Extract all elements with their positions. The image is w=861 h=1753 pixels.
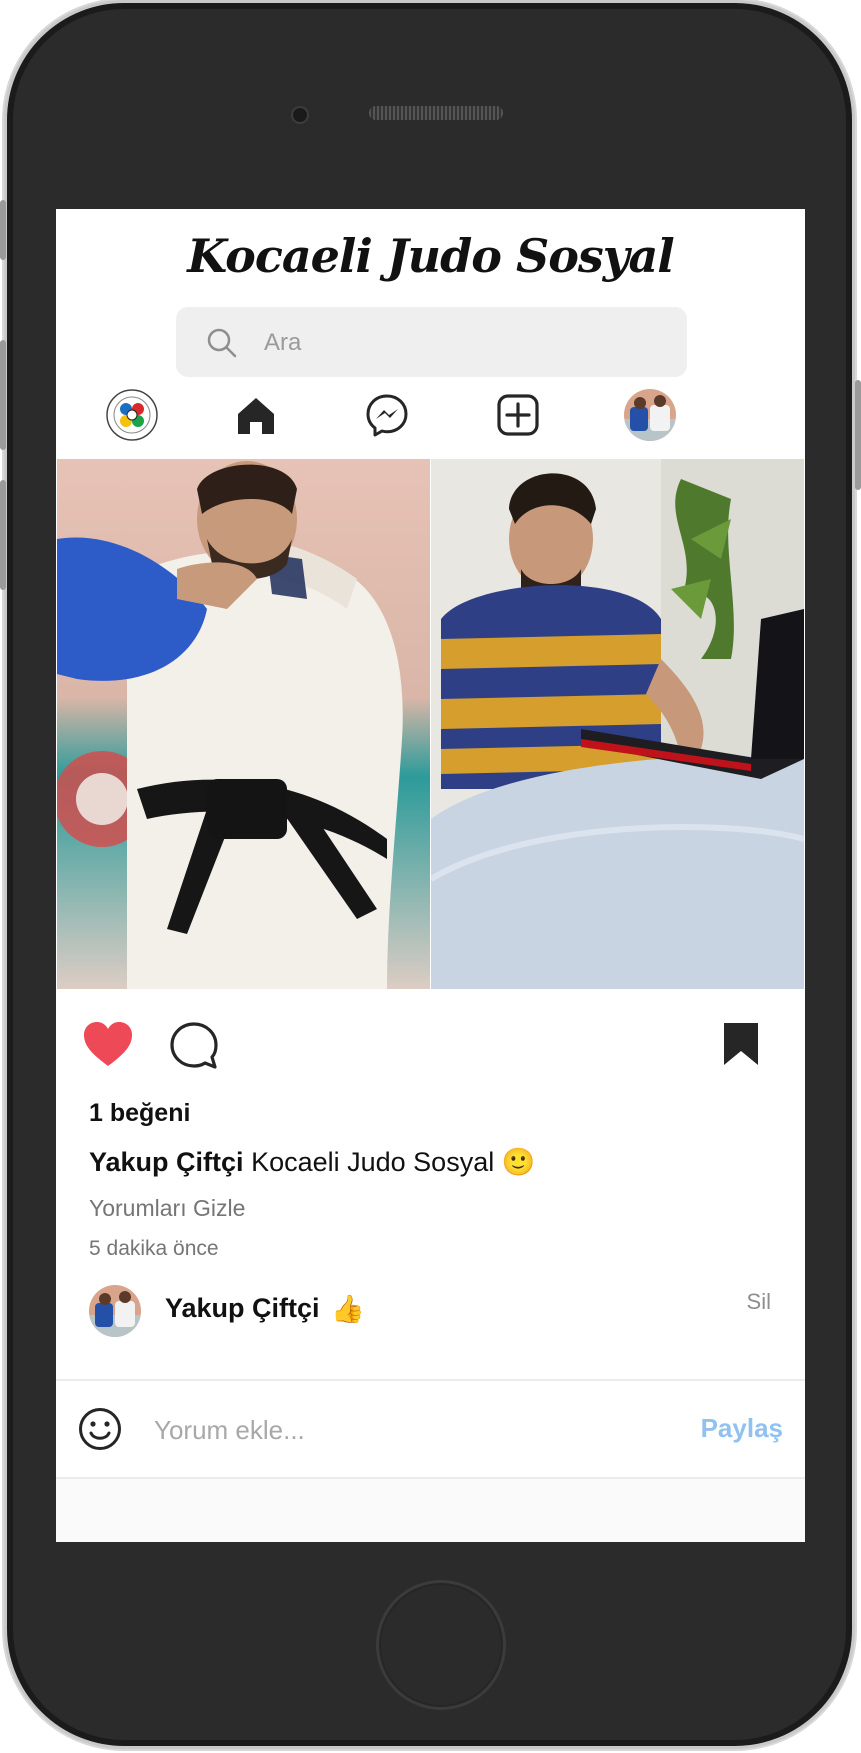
- volume-up-button: [0, 340, 6, 450]
- add-comment-bar: Paylaş: [56, 1381, 805, 1477]
- search-bar[interactable]: [176, 307, 687, 377]
- post-media[interactable]: [57, 459, 804, 989]
- bookmark-icon[interactable]: [722, 1021, 760, 1067]
- post-caption: Yakup Çiftçi Kocaeli Judo Sosyal 🙂: [89, 1146, 535, 1178]
- comment-username[interactable]: Yakup Çiftçi: [165, 1293, 320, 1324]
- comment-item: Yakup Çiftçi 👍 Sil: [89, 1285, 771, 1345]
- post-timestamp: 5 dakika önce: [89, 1237, 219, 1260]
- share-comment-button[interactable]: Paylaş: [701, 1413, 783, 1444]
- home-button[interactable]: [376, 1580, 506, 1710]
- judo-federation-logo[interactable]: [106, 389, 158, 441]
- nav-add-post[interactable]: [492, 389, 544, 441]
- front-camera: [291, 106, 309, 124]
- avatar-photo: [624, 389, 676, 441]
- delete-comment-button[interactable]: Sil: [747, 1289, 771, 1315]
- app-screen: Kocaeli Judo Sosyal Ara 1 beğeni Yakup Ç…: [56, 209, 805, 1542]
- comment-text: 👍: [331, 1294, 365, 1324]
- messenger-icon: [366, 394, 408, 437]
- comment-avatar[interactable]: [89, 1285, 141, 1337]
- caption-text: Kocaeli Judo Sosyal: [251, 1147, 495, 1177]
- power-button: [855, 380, 861, 490]
- earpiece-speaker: [369, 106, 503, 120]
- home-icon: [238, 398, 274, 434]
- caption-emoji: 🙂: [501, 1147, 536, 1177]
- profile-avatar[interactable]: [624, 389, 676, 441]
- mute-switch: [0, 200, 6, 260]
- volume-down-button: [0, 480, 6, 590]
- post-image-laptop: [431, 459, 804, 989]
- nav-messenger[interactable]: [361, 389, 413, 441]
- like-icon[interactable]: [82, 1021, 134, 1069]
- avatar-photo: [89, 1285, 141, 1337]
- search-icon: [207, 328, 237, 358]
- comment-icon[interactable]: [169, 1021, 219, 1071]
- app-logo[interactable]: Kocaeli Judo Sosyal: [56, 229, 805, 283]
- nav-home[interactable]: [230, 389, 282, 441]
- comment-input[interactable]: [152, 1409, 596, 1451]
- search-input[interactable]: [262, 325, 666, 361]
- post-image-judo: [57, 459, 430, 989]
- caption-username[interactable]: Yakup Çiftçi: [89, 1147, 244, 1177]
- hide-comments-link[interactable]: Yorumları Gizle: [89, 1195, 245, 1222]
- federation-emblem-icon: [106, 389, 158, 441]
- likes-count[interactable]: 1 beğeni: [89, 1099, 190, 1128]
- emoji-icon[interactable]: [78, 1407, 122, 1451]
- footer-area: [56, 1479, 805, 1542]
- add-post-icon: [497, 394, 539, 436]
